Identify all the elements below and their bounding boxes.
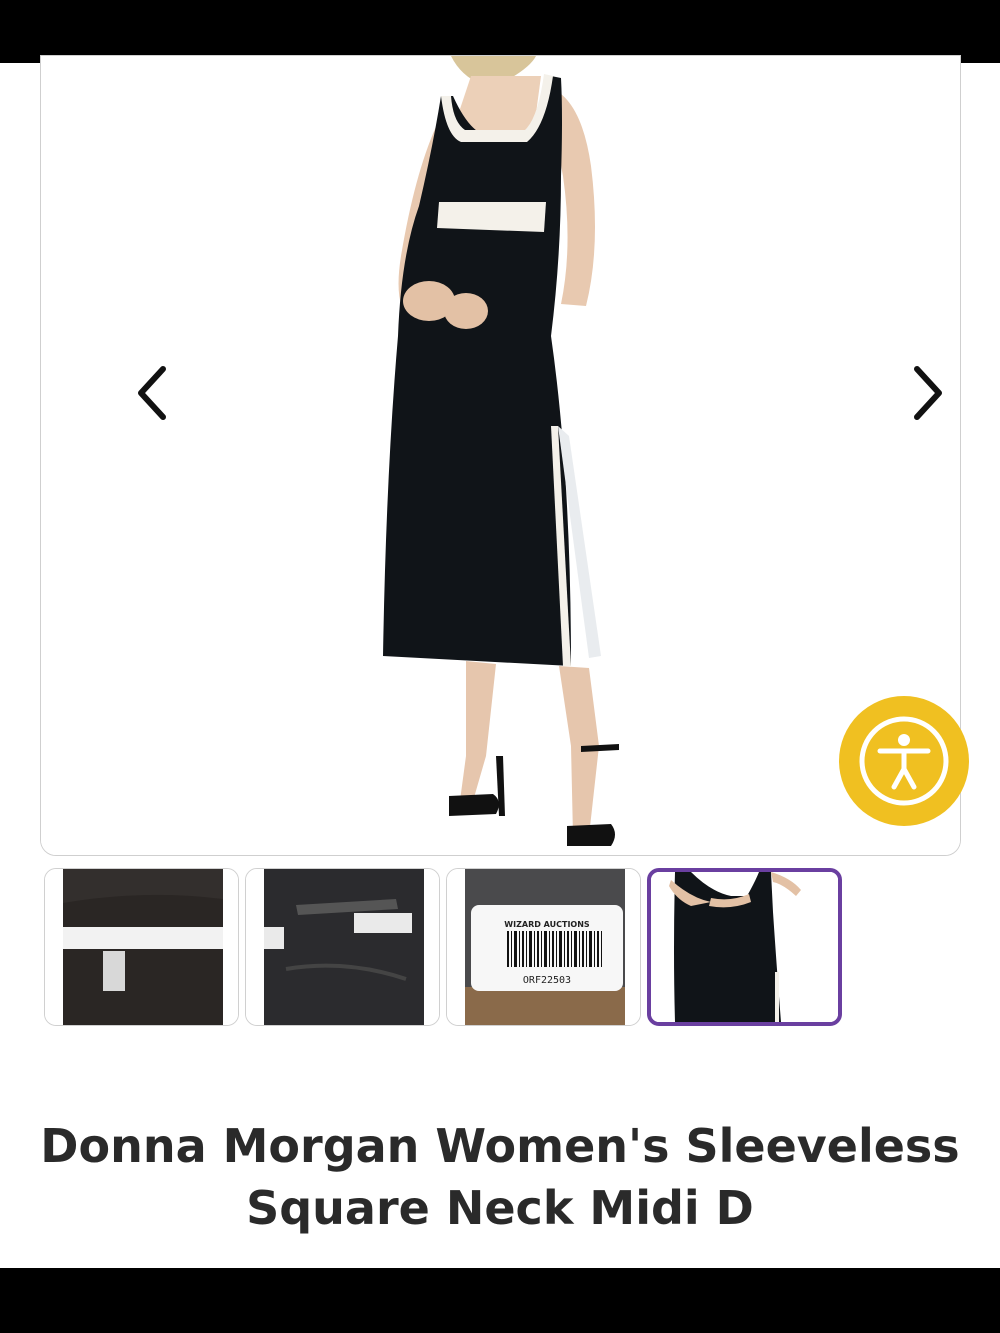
main-product-image[interactable] [40, 55, 961, 856]
product-title: Donna Morgan Women's Sleeveless Square N… [40, 1119, 960, 1235]
thumbnail-3[interactable]: WIZARD AUCTIONS ORF22503 [446, 868, 641, 1026]
chevron-right-icon [914, 366, 942, 420]
thumbnail-1[interactable] [44, 868, 239, 1026]
next-image-button[interactable] [899, 353, 959, 433]
thumbnail-image-1 [45, 869, 238, 1025]
label-code-text: ORF22503 [523, 975, 571, 986]
chevron-left-icon [138, 366, 166, 420]
navigation-bar [0, 1268, 1000, 1333]
previous-image-button[interactable] [121, 353, 181, 433]
thumbnail-image-3: WIZARD AUCTIONS ORF22503 [447, 869, 640, 1025]
thumbnail-strip: WIZARD AUCTIONS ORF22503 [44, 868, 844, 1028]
thumbnail-2[interactable] [245, 868, 440, 1026]
thumbnail-4[interactable] [647, 868, 842, 1026]
status-bar [0, 0, 1000, 63]
thumbnail-image-4 [651, 872, 838, 1022]
accessibility-icon [859, 716, 949, 806]
label-company-text: WIZARD AUCTIONS [504, 920, 590, 929]
accessibility-button[interactable] [839, 696, 969, 826]
thumbnail-image-2 [246, 869, 439, 1025]
product-page: WIZARD AUCTIONS ORF22503 Donna Morgan Wo… [0, 55, 1000, 1268]
dress-photo [41, 56, 960, 855]
